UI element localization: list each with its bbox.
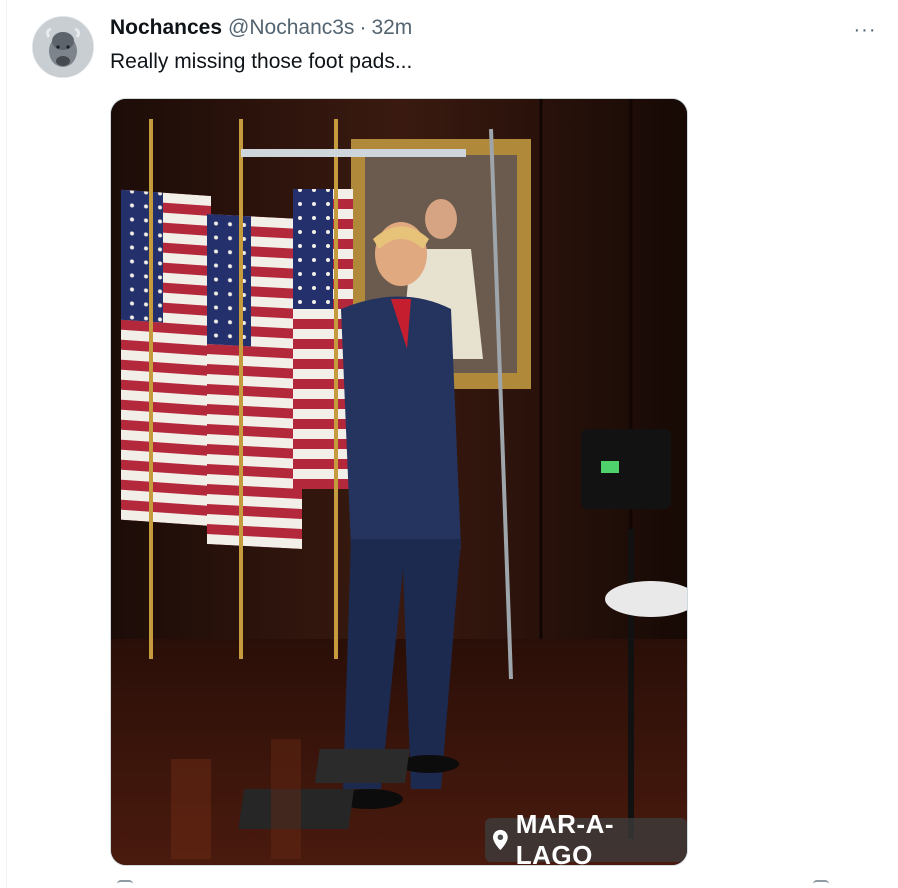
tweet-media-image[interactable]: MAR-A-LAGO (110, 98, 688, 866)
share-icon[interactable] (813, 880, 829, 886)
reply-icon[interactable] (117, 880, 133, 886)
timestamp[interactable]: 32m (371, 16, 412, 40)
location-badge: MAR-A-LAGO (485, 809, 687, 865)
separator-dot: · (359, 16, 367, 39)
location-pin-icon (493, 829, 508, 851)
bison-avatar-icon (33, 17, 93, 77)
tweet-actions-partial (0, 880, 898, 888)
tweet-header: Nochances @Nochanc3s · 32m (110, 16, 412, 44)
photo-scene (111, 99, 687, 865)
display-name[interactable]: Nochances (110, 16, 222, 40)
user-handle[interactable]: @Nochanc3s (228, 16, 354, 40)
tweet-text: Really missing those foot pads... (110, 50, 413, 73)
avatar[interactable] (32, 16, 94, 78)
more-dots-icon[interactable]: ··· (848, 18, 882, 42)
location-label: MAR-A-LAGO (515, 809, 615, 866)
tweet[interactable]: Nochances @Nochanc3s · 32m ··· Really mi… (0, 0, 898, 888)
